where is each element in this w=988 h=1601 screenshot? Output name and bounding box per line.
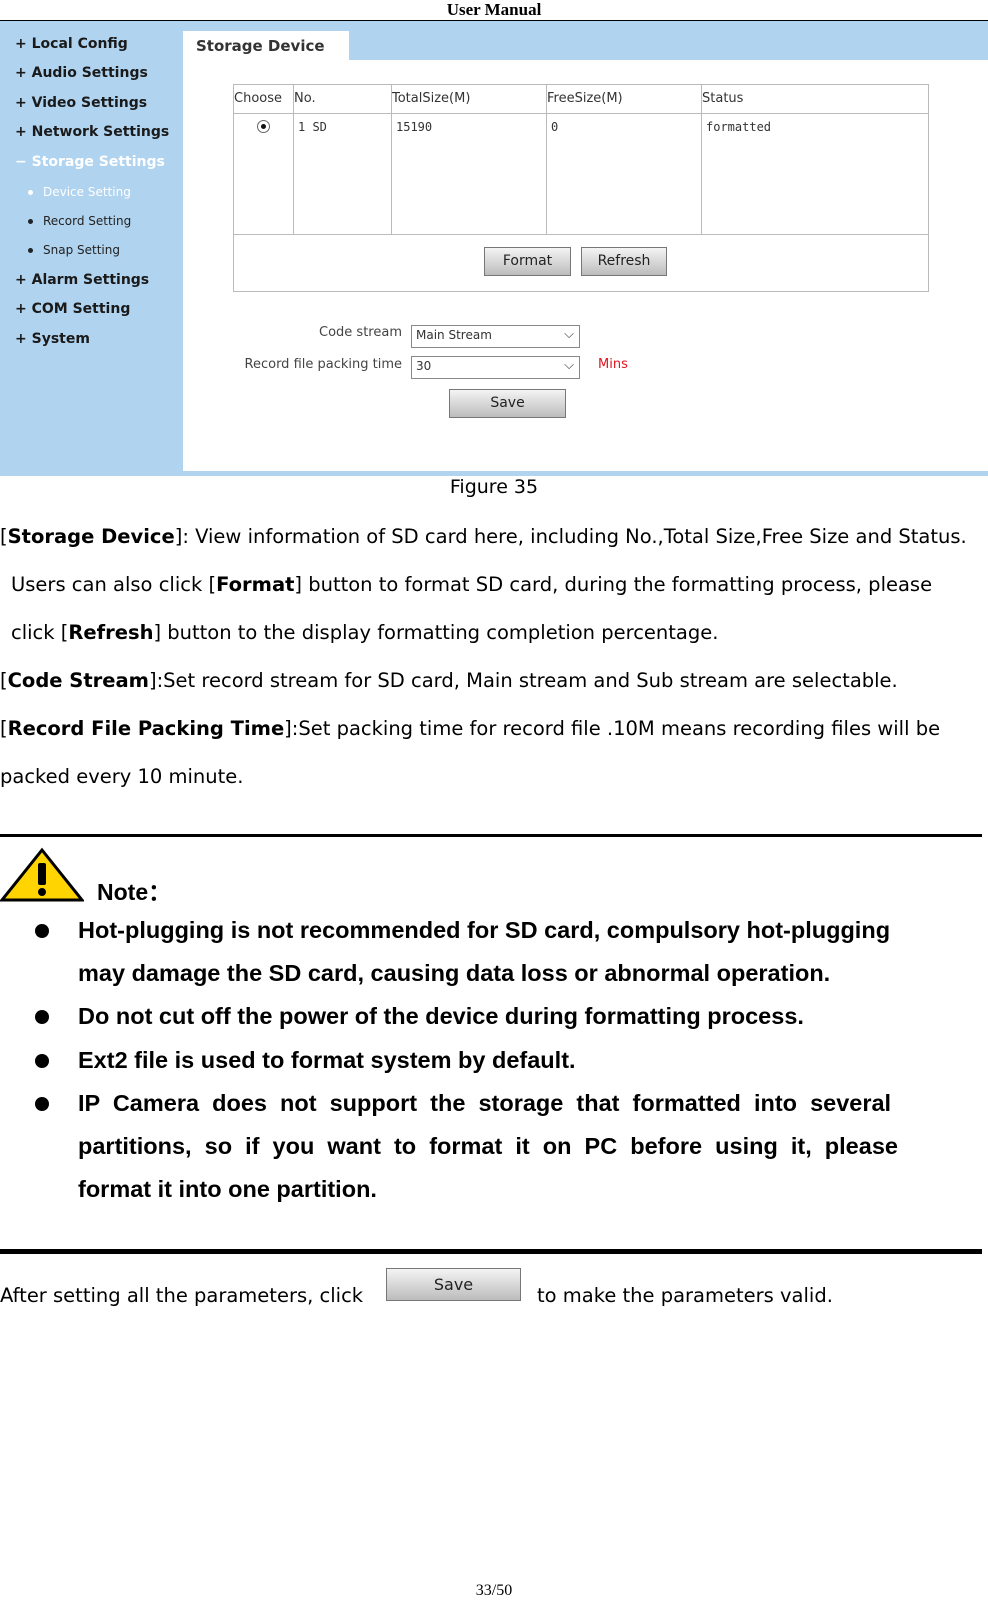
bullet-icon: [28, 219, 33, 224]
tab-storage-device[interactable]: Storage Device: [183, 31, 349, 61]
table-header-row: Choose No. TotalSize(M) FreeSize(M) Stat…: [233, 84, 929, 114]
table-row: 1 SD 15190 0 formatted: [233, 113, 929, 235]
sidebar-item-com-setting[interactable]: + COM Setting: [15, 301, 130, 317]
note-top-rule: [0, 834, 982, 837]
selected-value: 30: [416, 359, 432, 373]
sidebar-item-audio-settings[interactable]: + Audio Settings: [15, 65, 148, 81]
total-size-cell: 15190: [391, 113, 547, 235]
figure-caption: Figure 35: [449, 476, 539, 498]
column-header: Status: [701, 84, 929, 114]
sidebar-item-snap-setting[interactable]: Snap Setting: [28, 243, 120, 257]
sidebar-item-device-setting[interactable]: Device Setting: [28, 185, 131, 199]
closing-text-after: to make the parameters valid.: [537, 1284, 833, 1307]
bullet-icon: [35, 924, 49, 938]
chevron-down-icon: ⌵: [564, 327, 574, 342]
note-line: partitions, so if you want to format it …: [78, 1133, 898, 1159]
storage-device-table: Choose No. TotalSize(M) FreeSize(M) Stat…: [233, 84, 929, 235]
bullet-icon: [35, 1097, 49, 1111]
packing-time-select[interactable]: 30 ⌵: [411, 356, 580, 379]
note-line: Do not cut off the power of the device d…: [78, 1003, 804, 1029]
sidebar-item-video-settings[interactable]: + Video Settings: [15, 95, 147, 111]
sidebar-item-network-settings[interactable]: + Network Settings: [15, 124, 169, 140]
packing-unit: Mins: [598, 357, 628, 372]
bullet-icon: [28, 248, 33, 253]
refresh-button[interactable]: Refresh: [581, 247, 667, 276]
sidebar-label: Device Setting: [43, 185, 131, 199]
note-bottom-rule: [0, 1249, 982, 1254]
selected-value: Main Stream: [416, 328, 492, 342]
chevron-down-icon: ⌵: [564, 358, 574, 373]
code-stream-label: Code stream: [319, 325, 402, 340]
sidebar-item-alarm-settings[interactable]: + Alarm Settings: [15, 272, 149, 288]
sidebar-label: Snap Setting: [43, 243, 120, 257]
sidebar-label: Record Setting: [43, 214, 132, 228]
paragraph: packed every 10 minute.: [0, 765, 244, 788]
sidebar-item-record-setting[interactable]: Record Setting: [28, 214, 131, 228]
sidebar-item-local-config[interactable]: + Local Config: [15, 36, 128, 52]
column-header: TotalSize(M): [391, 84, 547, 114]
note-line: may damage the SD card, causing data los…: [78, 960, 831, 986]
bullet-icon: [35, 1054, 49, 1068]
radio-button[interactable]: [257, 120, 270, 133]
packing-time-label: Record file packing time: [244, 357, 402, 372]
note-line: format it into one partition.: [78, 1176, 377, 1202]
column-header: FreeSize(M): [546, 84, 702, 114]
closing-text-before: After setting all the parameters, click: [0, 1284, 364, 1307]
sidebar-item-storage-settings[interactable]: − Storage Settings: [15, 154, 165, 170]
save-button[interactable]: Save: [449, 389, 566, 418]
page-number: 33/50: [475, 1582, 513, 1599]
warning-icon: [0, 847, 84, 902]
note-line: IP Camera does not support the storage t…: [78, 1090, 892, 1116]
no-cell: 1 SD: [293, 113, 392, 235]
save-button-image: Save: [386, 1268, 521, 1301]
header-title: User Manual: [446, 0, 542, 19]
paragraph: [Code Stream]:Set record stream for SD c…: [0, 669, 898, 692]
free-size-cell: 0: [546, 113, 702, 235]
bullet-icon: [35, 1010, 49, 1024]
choose-cell: [233, 113, 294, 235]
paragraph: [Record File Packing Time]:Set packing t…: [0, 717, 941, 740]
sidebar-item-system[interactable]: + System: [15, 331, 90, 347]
note-line: Ext2 file is used to format system by de…: [78, 1047, 576, 1073]
column-header: Choose: [233, 84, 294, 114]
column-header: No.: [293, 84, 392, 114]
format-button[interactable]: Format: [484, 247, 571, 276]
bullet-icon: [28, 190, 33, 195]
status-cell: formatted: [701, 113, 929, 235]
paragraph: Users can also click [Format] button to …: [11, 573, 933, 596]
code-stream-select[interactable]: Main Stream ⌵: [411, 325, 580, 348]
note-title: Note：: [97, 879, 172, 905]
paragraph: click [Refresh] button to the display fo…: [11, 621, 719, 644]
paragraph: [Storage Device]: View information of SD…: [0, 525, 967, 548]
note-line: Hot-plugging is not recommended for SD c…: [78, 917, 891, 943]
